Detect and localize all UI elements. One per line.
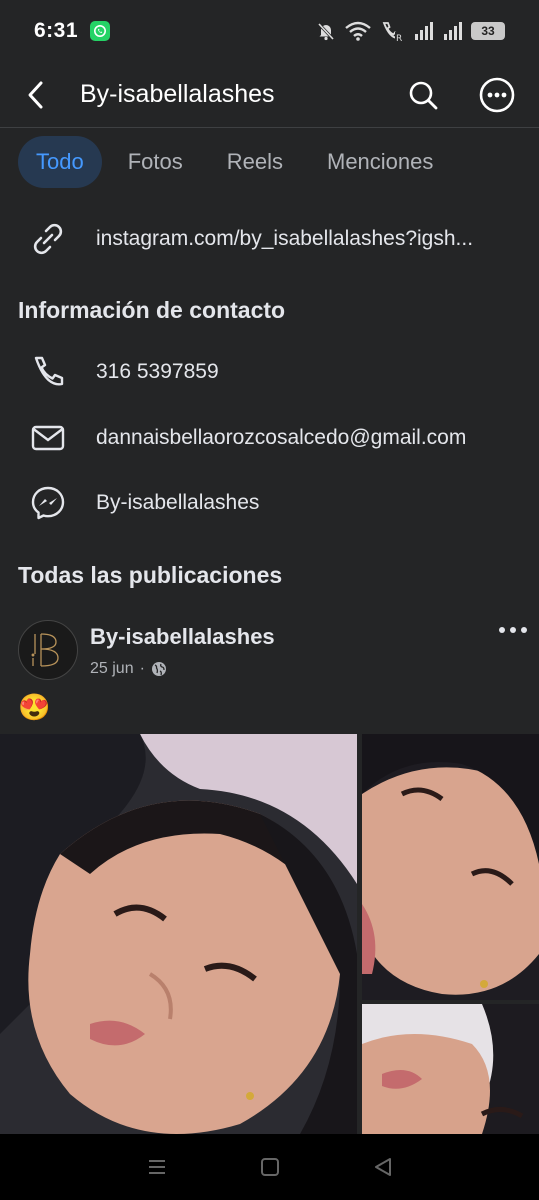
- status-icons: R 33: [316, 20, 505, 42]
- search-button[interactable]: [403, 75, 443, 115]
- system-back-button[interactable]: [363, 1147, 403, 1187]
- triangle-back-icon: [374, 1158, 391, 1176]
- whatsapp-notification-icon: [90, 21, 111, 41]
- chevron-left-icon: [28, 81, 43, 108]
- post-options-button[interactable]: [498, 620, 528, 640]
- tab-menciones[interactable]: Menciones: [309, 136, 451, 188]
- email-row[interactable]: dannaisbellaorozcosalcedo@gmail.com: [0, 417, 539, 459]
- posts-section-title: Todas las publicaciones: [18, 562, 283, 588]
- phone-icon: [30, 354, 66, 390]
- messenger-name[interactable]: By-isabellalashes: [96, 491, 511, 515]
- back-button[interactable]: [16, 75, 56, 115]
- tab-todo[interactable]: Todo: [18, 136, 102, 188]
- post-photo-grid: [0, 734, 539, 1134]
- contact-section-title: Información de contacto: [18, 297, 286, 323]
- website-link[interactable]: instagram.com/by_isabellalashes?igsh...: [96, 227, 511, 251]
- phone-row[interactable]: 316 5397859: [0, 351, 539, 393]
- post-photo-secondary-1[interactable]: [362, 734, 539, 1000]
- phone-number[interactable]: 316 5397859: [96, 360, 511, 384]
- link-icon: [30, 221, 66, 257]
- page-title: By-isabellalashes: [80, 80, 275, 108]
- globe-icon: [151, 662, 166, 676]
- avatar[interactable]: [18, 620, 78, 680]
- messenger-row[interactable]: By-isabellalashes: [0, 482, 539, 524]
- date-separator: ·: [139, 660, 145, 677]
- more-horizontal-icon: [479, 77, 515, 112]
- volte-call-icon: R: [382, 22, 404, 42]
- signal-icon-2: [444, 22, 462, 40]
- ellipsis-icon: [499, 627, 527, 633]
- tab-reels[interactable]: Reels: [209, 136, 301, 188]
- search-icon: [409, 81, 438, 109]
- square-icon: [260, 1158, 279, 1176]
- more-options-button[interactable]: [477, 75, 517, 115]
- status-bar: 6:31 R 33: [0, 0, 539, 62]
- battery-level: 33: [471, 22, 505, 40]
- recent-apps-button[interactable]: [137, 1147, 177, 1187]
- top-bar: By-isabellalashes: [0, 62, 539, 128]
- menu-icon: [148, 1160, 165, 1174]
- status-time: 6:31: [34, 19, 79, 42]
- mute-icon: [317, 22, 335, 41]
- tab-fotos[interactable]: Fotos: [110, 136, 201, 188]
- email-address[interactable]: dannaisbellaorozcosalcedo@gmail.com: [96, 426, 511, 450]
- envelope-icon: [30, 420, 66, 456]
- home-button[interactable]: [250, 1147, 290, 1187]
- messenger-icon: [30, 485, 66, 521]
- post-photo-secondary-2[interactable]: [362, 1004, 539, 1134]
- signal-icon-1: [415, 22, 433, 40]
- post-text: 😍: [18, 692, 51, 722]
- post-photo-main[interactable]: [0, 734, 357, 1134]
- svg-text:R: R: [396, 34, 402, 42]
- website-link-row[interactable]: instagram.com/by_isabellalashes?igsh...: [0, 218, 539, 260]
- brand-logo-icon: [31, 633, 59, 667]
- system-navigation-bar: [0, 1134, 539, 1200]
- wifi-icon: [345, 21, 371, 41]
- post-author[interactable]: By-isabellalashes: [90, 624, 275, 650]
- post-header: By-isabellalashes 25 jun ·: [18, 620, 528, 682]
- filter-tabs: Todo Fotos Reels Menciones: [18, 136, 451, 188]
- post-date[interactable]: 25 jun: [90, 660, 134, 678]
